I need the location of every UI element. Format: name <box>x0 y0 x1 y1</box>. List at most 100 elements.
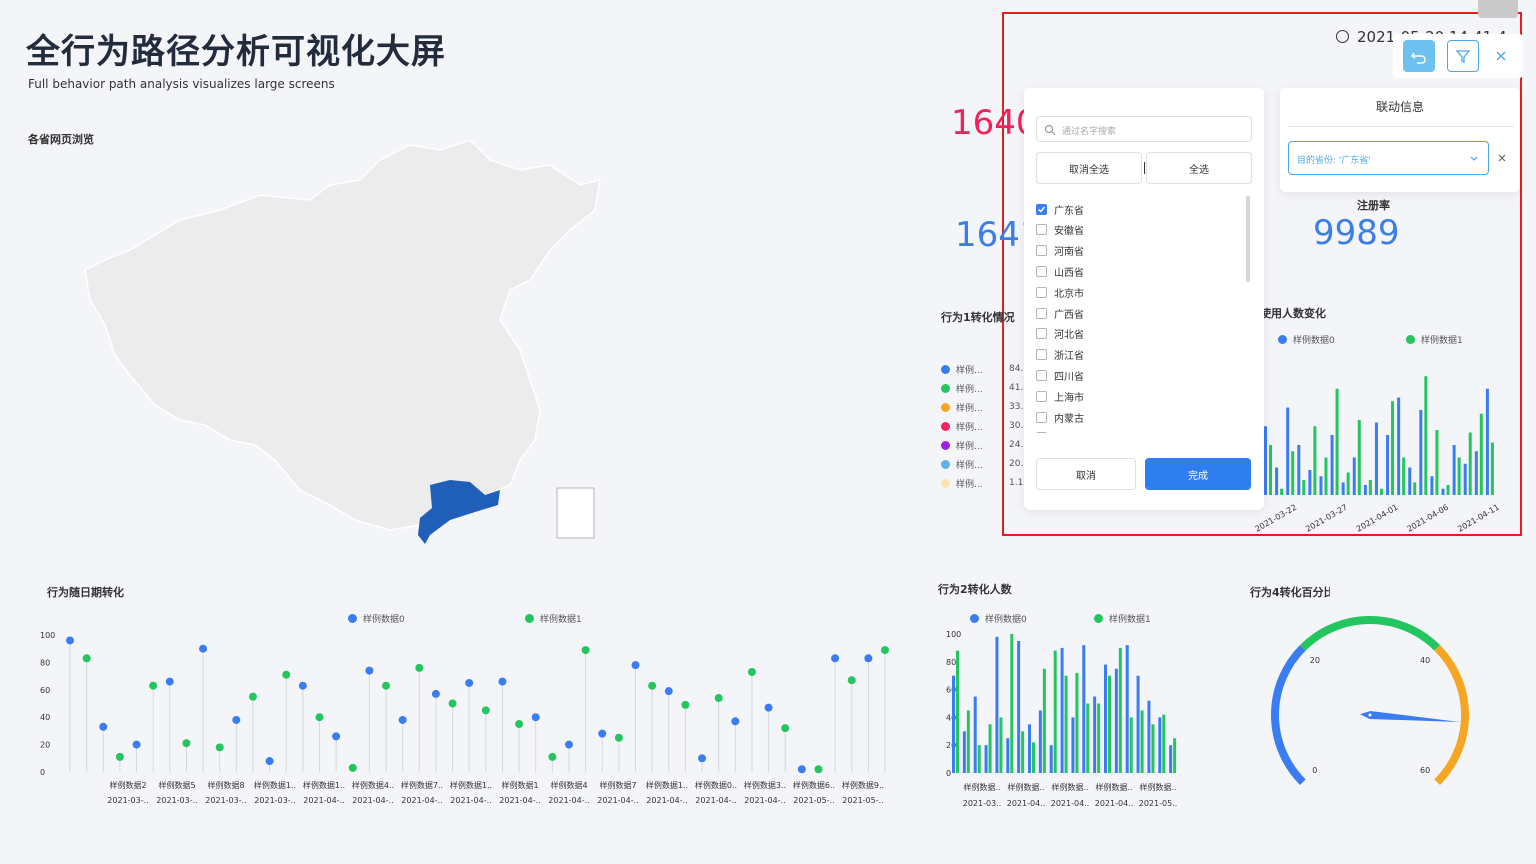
filter-panel: 通过名字搜索 取消全选 全选 广东省安徽省河南省山西省北京市广西省河北省浙江省四… <box>1024 88 1264 510</box>
checkbox[interactable] <box>1036 369 1047 381</box>
option-3[interactable]: 山西省 <box>1036 263 1084 279</box>
x-tick-label: 样例数据4.. <box>352 780 394 790</box>
y-tick-label: 100 <box>946 630 961 639</box>
checkbox[interactable] <box>1036 390 1047 402</box>
bar <box>1006 738 1010 773</box>
checkbox[interactable] <box>1036 328 1047 340</box>
usage-bar <box>1457 457 1461 495</box>
china-map-land <box>84 140 601 531</box>
option-6[interactable]: 河北省 <box>1036 326 1084 342</box>
usage-bar <box>1435 430 1439 495</box>
done-button[interactable]: 完成 <box>1145 458 1251 490</box>
checkbox[interactable] <box>1036 349 1047 361</box>
y-tick-label: 80 <box>946 658 956 667</box>
checkbox[interactable] <box>1036 265 1047 277</box>
checkbox[interactable] <box>1036 307 1047 319</box>
legend-dot <box>941 440 950 450</box>
conv1-item: 样例... 33.1 <box>941 401 1029 414</box>
bar <box>1053 650 1057 773</box>
y-tick-label: 0 <box>946 769 951 778</box>
undo-button[interactable] <box>1403 40 1435 72</box>
bar <box>1097 703 1101 773</box>
bar <box>988 724 992 773</box>
usage-bar <box>1379 488 1383 495</box>
link-panel: 联动信息 目的省份: '广东省' <box>1280 88 1520 192</box>
conv1-title: 行为1转化情况 <box>941 311 1015 324</box>
option-4[interactable]: 北京市 <box>1036 284 1084 300</box>
scatter-legend-0: 样例数据0 <box>348 612 405 625</box>
data-point <box>415 663 424 672</box>
x-tick-date: 2021-04.. <box>1051 799 1090 808</box>
bar <box>995 636 999 773</box>
close-icon[interactable] <box>1494 49 1508 63</box>
filter-button[interactable] <box>1447 40 1479 72</box>
kpi-value-3: 9989 <box>1313 213 1400 253</box>
x-tick-label: 样例数据7 <box>599 780 636 790</box>
checkbox[interactable] <box>1036 203 1047 215</box>
usage-bar <box>1352 457 1356 495</box>
clear-icon[interactable] <box>1497 153 1507 163</box>
bar <box>1140 710 1144 773</box>
link-select[interactable]: 目的省份: '广东省' <box>1288 141 1489 175</box>
option-8[interactable]: 四川省 <box>1036 367 1084 383</box>
x-tick-date: 2021-03-.. <box>156 796 197 805</box>
option-label: 浙江省 <box>1054 351 1084 363</box>
bar <box>1129 717 1133 773</box>
y-tick-label: 100 <box>40 631 55 640</box>
option-label: 四川省 <box>1054 371 1084 383</box>
bar <box>1075 672 1079 773</box>
usage-bar <box>1280 488 1284 495</box>
x-tick-date: 2021-04-.. <box>450 796 491 805</box>
gauge-arc-mid <box>1299 616 1441 651</box>
checkbox[interactable] <box>1036 411 1047 423</box>
legend-dot <box>941 383 950 393</box>
data-point <box>747 667 756 676</box>
x-tick-date: 2021-05-.. <box>793 796 834 805</box>
gauge-tick-label: 20 <box>1310 656 1320 665</box>
checkbox[interactable] <box>1036 432 1047 433</box>
cancel-button[interactable]: 取消 <box>1036 458 1136 490</box>
china-map[interactable] <box>80 140 610 570</box>
usage-bar <box>1441 488 1445 495</box>
option-9[interactable]: 上海市 <box>1036 388 1084 404</box>
data-point <box>132 740 141 749</box>
option-list[interactable]: 广东省安徽省河南省山西省北京市广西省河北省浙江省四川省上海市内蒙古吉林省 <box>1024 193 1250 433</box>
select-all-button[interactable]: 全选 <box>1146 152 1252 184</box>
usage-bar <box>1286 407 1290 495</box>
bar <box>1151 724 1155 773</box>
usage-bar <box>1474 451 1478 495</box>
bar <box>1060 647 1064 773</box>
option-11[interactable]: 吉林省 <box>1036 430 1084 433</box>
option-7[interactable]: 浙江省 <box>1036 347 1084 363</box>
legend-dot <box>941 421 950 431</box>
window-close-button[interactable] <box>1478 0 1518 18</box>
data-point <box>564 740 573 749</box>
checkbox[interactable] <box>1036 286 1047 298</box>
data-point <box>648 681 657 690</box>
y-tick-label: 60 <box>40 686 50 695</box>
option-2[interactable]: 河南省 <box>1036 243 1084 259</box>
option-1[interactable]: 安徽省 <box>1036 222 1084 238</box>
option-label: 上海市 <box>1054 392 1084 404</box>
data-point <box>847 676 856 685</box>
usage-bar <box>1468 432 1472 495</box>
x-tick-date: 2021-05-.. <box>842 796 883 805</box>
conv1-item: 样例... 41.4 <box>941 382 1029 395</box>
option-0[interactable]: 广东省 <box>1036 201 1084 217</box>
option-10[interactable]: 内蒙古 <box>1036 409 1084 425</box>
search-input[interactable]: 通过名字搜索 <box>1036 116 1252 142</box>
checkbox[interactable] <box>1036 224 1047 236</box>
deselect-all-button[interactable]: 取消全选 <box>1036 152 1142 184</box>
checkbox[interactable] <box>1036 245 1047 257</box>
data-point <box>99 722 108 731</box>
option-5[interactable]: 广西省 <box>1036 305 1084 321</box>
gauge-tick-label: 60 <box>1420 766 1430 775</box>
legend-dot <box>941 459 950 469</box>
data-point <box>797 765 806 774</box>
data-point <box>398 715 407 724</box>
bar <box>984 745 988 773</box>
x-tick-date: 2021-04-.. <box>695 796 736 805</box>
data-point <box>864 654 873 663</box>
scrollbar[interactable] <box>1246 196 1250 282</box>
data-point <box>531 713 540 722</box>
